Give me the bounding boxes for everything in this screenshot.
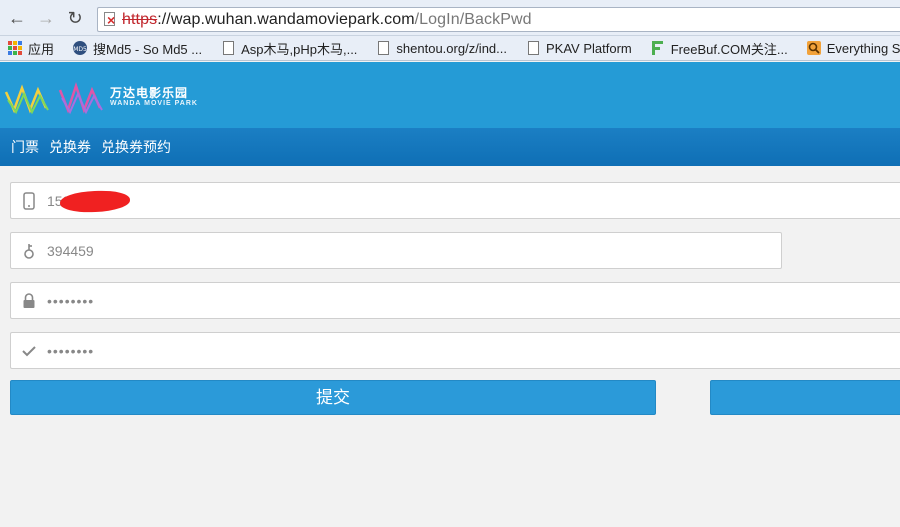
page-icon bbox=[375, 40, 391, 56]
bookmark-label: FreeBuf.COM关注... bbox=[670, 41, 788, 57]
submit-button[interactable]: 提交 bbox=[10, 380, 656, 415]
bookmark-asp[interactable]: Asp木马,pHp木马,... bbox=[220, 39, 357, 58]
bookmark-everything[interactable]: Everything Search bbox=[806, 40, 900, 56]
key-icon bbox=[11, 242, 47, 260]
nav-tickets[interactable]: 门票 bbox=[11, 137, 39, 157]
bookmark-label: Everything Search bbox=[826, 40, 900, 56]
back-arrow-icon[interactable]: ← bbox=[6, 7, 28, 29]
search-tool-icon bbox=[806, 40, 822, 56]
secondary-button[interactable] bbox=[710, 380, 900, 415]
phone-icon bbox=[11, 191, 47, 210]
insecure-page-icon[interactable]: × bbox=[102, 11, 120, 29]
new-password-input[interactable] bbox=[47, 285, 900, 316]
confirm-password-field[interactable] bbox=[10, 332, 900, 369]
verification-code-input[interactable] bbox=[47, 235, 781, 266]
address-bar[interactable]: × https://wap.wuhan.wandamoviepark.com/L… bbox=[97, 7, 900, 32]
svg-text:MD5: MD5 bbox=[73, 46, 87, 53]
bookmark-label: 搜Md5 - So Md5 ... bbox=[93, 41, 203, 57]
phone-field[interactable] bbox=[10, 182, 900, 219]
bookmark-md5[interactable]: MD5 搜Md5 - So Md5 ... bbox=[72, 39, 202, 58]
bookmarks-bar: 应用 MD5 搜Md5 - So Md5 ... Asp木马,pHp木马,...… bbox=[0, 36, 900, 61]
verification-code-field[interactable] bbox=[10, 232, 782, 269]
apps-grid-icon bbox=[7, 40, 23, 56]
bookmark-label: 应用 bbox=[28, 41, 55, 57]
phone-input[interactable] bbox=[47, 185, 900, 216]
freebuf-icon bbox=[650, 40, 666, 56]
lock-icon bbox=[11, 292, 47, 309]
bookmark-label: PKAV Platform bbox=[546, 40, 632, 56]
page-icon bbox=[525, 40, 541, 56]
logo-english-text: WANDA MOVIE PARK bbox=[110, 100, 198, 107]
bookmark-pkav[interactable]: PKAV Platform bbox=[525, 40, 632, 56]
bookmark-apps[interactable]: 应用 bbox=[7, 39, 54, 58]
page-icon bbox=[220, 40, 236, 56]
check-icon bbox=[11, 345, 47, 357]
browser-toolbar: ← → ↻ × https://wap.wuhan.wandamoviepark… bbox=[0, 0, 900, 36]
url-text: https://wap.wuhan.wandamoviepark.com/Log… bbox=[122, 10, 532, 28]
bookmark-label: shentou.org/z/ind... bbox=[396, 40, 507, 56]
md5-icon: MD5 bbox=[72, 40, 88, 56]
site-nav: 门票 兑换券 兑换券预约 bbox=[0, 128, 900, 166]
confirm-password-input[interactable] bbox=[47, 335, 900, 366]
bookmark-label: Asp木马,pHp木马,... bbox=[241, 41, 358, 57]
bookmark-shentou[interactable]: shentou.org/z/ind... bbox=[375, 40, 507, 56]
new-password-field[interactable] bbox=[10, 282, 900, 319]
nav-vouchers[interactable]: 兑换券 bbox=[49, 137, 91, 157]
nav-voucher-booking[interactable]: 兑换券预约 bbox=[101, 137, 171, 157]
bookmark-freebuf[interactable]: FreeBuf.COM关注... bbox=[650, 39, 788, 58]
reload-icon[interactable]: ↻ bbox=[64, 7, 86, 29]
forward-arrow-icon[interactable]: → bbox=[35, 7, 57, 29]
logo-chinese-text: 万达电影乐园 bbox=[110, 86, 189, 100]
